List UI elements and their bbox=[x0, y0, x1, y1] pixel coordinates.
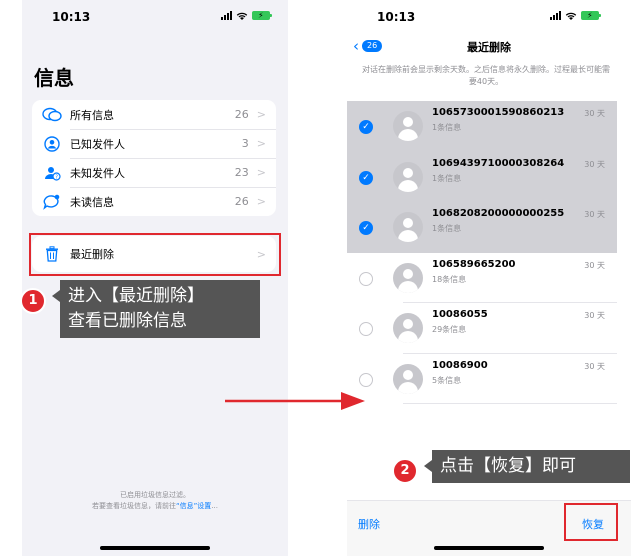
messages-settings-link[interactable]: “信息”设置 bbox=[176, 502, 211, 510]
sender-number: 1065730001590860213 bbox=[432, 107, 565, 118]
message-count: 29条信息 bbox=[432, 325, 467, 334]
chevron-right-icon: > bbox=[256, 166, 266, 179]
row-divider bbox=[403, 403, 617, 404]
filter-all-messages[interactable]: 所有信息 26 > bbox=[32, 100, 276, 129]
status-time: 10:13 bbox=[52, 10, 91, 24]
filter-unread[interactable]: 未读信息 26 > bbox=[32, 187, 276, 216]
junk-filter-note: 已启用垃圾信息过滤。 若要查看垃圾信息，请前往“信息”设置... bbox=[22, 490, 288, 512]
days-remaining: 30 天 bbox=[584, 159, 605, 169]
radio-unselected-icon[interactable] bbox=[359, 271, 373, 286]
junk-filter-note-line1: 已启用垃圾信息过滤。 bbox=[120, 491, 190, 499]
tutorial-canvas: 10:13 ⚡ 信息 所有信息 26 > 已知发件人 3 > ? 未知发件人 2… bbox=[0, 0, 640, 556]
wifi-icon bbox=[236, 12, 248, 20]
deleted-conversation-row[interactable]: ✓ 1068208200000000255 1条信息 30 天 bbox=[347, 202, 617, 253]
retention-note: 对话在删除前会显示剩余天数。之后信息将永久删除。过程最长可能需要40天。 bbox=[362, 65, 610, 86]
step-1-badge: 1 bbox=[20, 288, 46, 314]
filter-label: 未知发件人 bbox=[70, 166, 125, 180]
message-count: 1条信息 bbox=[432, 173, 462, 183]
status-bar: 10:13 ⚡ bbox=[22, 0, 288, 34]
sender-number: 1069439710000308264 bbox=[432, 157, 565, 169]
status-icons: ⚡ bbox=[550, 11, 601, 20]
unknown-sender-icon: ? bbox=[42, 163, 62, 183]
days-remaining: 30 天 bbox=[584, 210, 605, 219]
contact-avatar-icon bbox=[393, 212, 423, 242]
junk-filter-note-line2: 若要查看垃圾信息，请前往“信息”设置... bbox=[22, 501, 288, 512]
delete-button[interactable]: 删除 bbox=[358, 516, 380, 532]
sender-number: 10086055 bbox=[432, 309, 488, 320]
message-count: 18条信息 bbox=[432, 274, 467, 284]
status-icons: ⚡ bbox=[221, 11, 272, 20]
cellular-signal-icon bbox=[221, 11, 232, 20]
home-indicator bbox=[434, 546, 544, 550]
step-2-badge: 2 bbox=[392, 458, 418, 484]
svg-text:?: ? bbox=[55, 174, 58, 180]
step-1-line2: 查看已删除信息 bbox=[68, 311, 187, 331]
status-bar: 10:13 ⚡ bbox=[347, 0, 631, 34]
filter-label: 未读信息 bbox=[70, 195, 114, 209]
battery-charging-icon: ⚡ bbox=[252, 11, 272, 20]
chevron-right-icon: > bbox=[256, 108, 266, 121]
radio-unselected-icon[interactable] bbox=[359, 322, 373, 336]
contact-avatar-icon bbox=[393, 111, 423, 141]
unread-icon bbox=[42, 192, 62, 212]
filter-label: 已知发件人 bbox=[70, 137, 125, 151]
checkmark-selected-icon[interactable]: ✓ bbox=[359, 221, 373, 235]
days-remaining: 30 天 bbox=[584, 109, 605, 118]
filter-count: 26 bbox=[234, 195, 249, 208]
sender-number: 10086900 bbox=[432, 359, 488, 371]
navigation-bar: ‹ 26 最近删除 bbox=[347, 34, 631, 58]
junk-filter-note-ellipsis: ... bbox=[211, 502, 218, 510]
deleted-conversation-row[interactable]: 106589665200 18条信息 30 天 bbox=[347, 253, 617, 303]
filter-count: 23 bbox=[234, 166, 249, 179]
contact-avatar-icon bbox=[393, 161, 423, 192]
message-count: 5条信息 bbox=[432, 375, 462, 385]
page-title: 信息 bbox=[34, 66, 74, 90]
deleted-conversation-row[interactable]: ✓ 1069439710000308264 1条信息 30 天 bbox=[347, 151, 617, 202]
filter-label: 所有信息 bbox=[70, 108, 114, 122]
battery-charging-icon: ⚡ bbox=[581, 11, 601, 20]
wifi-icon bbox=[565, 12, 577, 20]
deleted-conversation-row[interactable]: 10086055 29条信息 30 天 bbox=[347, 303, 617, 354]
sender-number: 106589665200 bbox=[432, 258, 516, 270]
filter-unknown-senders[interactable]: ? 未知发件人 23 > bbox=[32, 158, 276, 187]
all-messages-icon bbox=[42, 105, 62, 125]
home-indicator bbox=[100, 546, 210, 550]
filter-count: 26 bbox=[234, 108, 249, 121]
message-filter-list: 所有信息 26 > 已知发件人 3 > ? 未知发件人 23 > 未读信息 26… bbox=[32, 100, 276, 216]
junk-filter-note-text: 若要查看垃圾信息，请前往 bbox=[92, 502, 177, 510]
red-arrow-icon bbox=[225, 392, 365, 410]
deleted-conversation-row[interactable]: 10086900 5条信息 30 天 bbox=[347, 354, 617, 404]
left-phone-screen: 10:13 ⚡ 信息 所有信息 26 > 已知发件人 3 > ? 未知发件人 2… bbox=[22, 0, 288, 556]
sender-number: 1068208200000000255 bbox=[432, 208, 565, 219]
days-remaining: 30 天 bbox=[584, 311, 605, 320]
checkmark-selected-icon[interactable]: ✓ bbox=[359, 120, 373, 134]
checkmark-selected-icon[interactable]: ✓ bbox=[359, 170, 373, 185]
recently-deleted-highlight bbox=[29, 233, 281, 276]
days-remaining: 30 天 bbox=[584, 361, 605, 371]
known-sender-icon bbox=[42, 134, 62, 154]
nav-title: 最近删除 bbox=[467, 41, 511, 54]
contact-avatar-icon bbox=[393, 363, 423, 394]
status-time: 10:13 bbox=[377, 10, 416, 24]
cellular-signal-icon bbox=[550, 11, 561, 20]
message-count: 1条信息 bbox=[432, 224, 462, 233]
filter-count: 3 bbox=[241, 137, 249, 150]
step-1-line1: 进入【最近删除】 bbox=[68, 286, 204, 306]
step-2-text: 点击【恢复】即可 bbox=[440, 456, 576, 476]
deleted-conversation-row[interactable]: ✓ 1065730001590860213 1条信息 30 天 bbox=[347, 101, 617, 152]
days-remaining: 30 天 bbox=[584, 260, 605, 270]
contact-avatar-icon bbox=[393, 313, 423, 343]
filter-known-senders[interactable]: 已知发件人 3 > bbox=[32, 129, 276, 158]
contact-avatar-icon bbox=[393, 262, 423, 293]
chevron-right-icon: > bbox=[256, 195, 266, 208]
radio-unselected-icon[interactable] bbox=[359, 372, 373, 387]
chevron-right-icon: > bbox=[256, 137, 266, 150]
step-1-callout: 进入【最近删除】 查看已删除信息 bbox=[52, 280, 260, 338]
step-2-callout: 点击【恢复】即可 bbox=[424, 450, 630, 483]
recover-button-highlight bbox=[564, 503, 618, 541]
message-count: 1条信息 bbox=[432, 123, 462, 132]
